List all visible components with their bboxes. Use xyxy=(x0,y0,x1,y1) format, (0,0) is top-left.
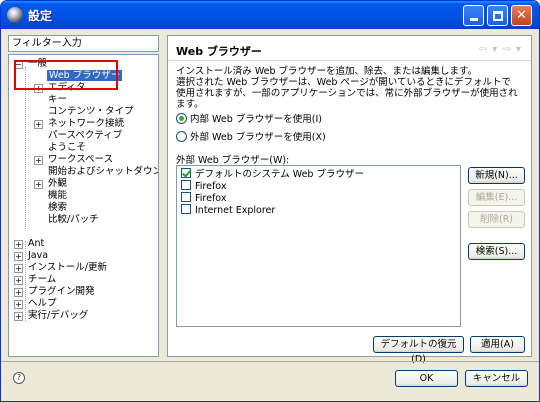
tree-item-content-types[interactable]: コンテンツ・タイプ xyxy=(48,106,134,118)
cancel-button[interactable]: キャンセル xyxy=(465,370,528,387)
edit-button[interactable]: 編集(E)... xyxy=(468,189,525,206)
tree-item-label: ヘルプ xyxy=(28,298,57,309)
browser-label: Internet Explorer xyxy=(195,205,276,216)
title-bar[interactable]: 設定 ✕ xyxy=(1,1,539,29)
tree-item-label: 比較/パッチ xyxy=(48,214,99,225)
description-line: 選択された Web ブラウザーは、Web ページが開いているときにデフォルトで xyxy=(176,77,512,88)
tree-connector xyxy=(25,241,26,321)
search-button[interactable]: 検索(S)... xyxy=(468,243,525,260)
footer-divider xyxy=(1,361,539,362)
tree-item-label: 外観 xyxy=(48,178,68,189)
expand-icon[interactable]: + xyxy=(34,156,43,165)
checkbox-unchecked-icon[interactable] xyxy=(181,180,191,190)
browser-item-internet-explorer[interactable]: Internet Explorer xyxy=(181,204,275,216)
radio-label: 内部 Web ブラウザーを使用(I) xyxy=(190,114,322,125)
expand-icon[interactable]: + xyxy=(14,240,23,249)
tree-item-label: インストール/更新 xyxy=(28,262,108,273)
expand-icon[interactable]: + xyxy=(14,276,23,285)
tree-item-label: 開始およびシャットダウン xyxy=(48,166,159,177)
tree-item-capabilities[interactable]: 機能 xyxy=(48,190,67,202)
tree-item-label: チーム xyxy=(28,274,57,285)
browser-item-firefox-2[interactable]: Firefox xyxy=(181,192,226,204)
browser-item-system-default[interactable]: デフォルトのシステム Web ブラウザー xyxy=(181,168,364,180)
tree-item-label: Java xyxy=(28,250,49,261)
description-line: 使用されますが、一部のアプリケーションでは、常に外部ブラウザーが使用されます。 xyxy=(176,88,518,110)
gear-icon xyxy=(7,7,23,23)
expand-icon[interactable]: + xyxy=(14,312,23,321)
tree-item-label: Ant xyxy=(28,238,45,249)
checkbox-checked-icon[interactable] xyxy=(181,168,191,178)
ok-button[interactable]: OK xyxy=(395,370,458,387)
checkbox-unchecked-icon[interactable] xyxy=(181,192,191,202)
tree-item-label: 機能 xyxy=(48,190,68,201)
new-button[interactable]: 新規(N)... xyxy=(468,167,525,184)
tree-item-compare-patch[interactable]: 比較/パッチ xyxy=(48,214,99,226)
expand-icon[interactable]: + xyxy=(14,300,23,309)
preferences-window: 設定 ✕ フィルター入力 − 一般 Web ブラウザー + エディタ キー コン… xyxy=(0,0,540,402)
radio-selected-icon[interactable] xyxy=(176,113,187,124)
tree-item-label: ワークスペース xyxy=(48,154,114,165)
tree-item-startup-shutdown[interactable]: 開始およびシャットダウン xyxy=(48,166,159,178)
tree-item-welcome[interactable]: ようこそ xyxy=(48,142,86,154)
description-line: インストール済み Web ブラウザーを追加、除去、または編集します。 xyxy=(176,66,478,77)
tree-item-label: キー xyxy=(48,94,68,105)
browser-item-firefox[interactable]: Firefox xyxy=(181,180,226,192)
tree-item-label: コンテンツ・タイプ xyxy=(48,106,134,117)
preference-tree[interactable]: − 一般 Web ブラウザー + エディタ キー コンテンツ・タイプ + ネット… xyxy=(8,54,159,357)
minimize-icon xyxy=(469,18,478,21)
close-icon: ✕ xyxy=(516,8,527,23)
tree-item-label: ネットワーク接続 xyxy=(48,118,125,129)
tree-connector xyxy=(25,67,26,229)
close-button[interactable]: ✕ xyxy=(511,5,532,26)
expand-icon[interactable]: + xyxy=(34,120,43,129)
title-divider xyxy=(168,60,531,61)
radio-external-browser[interactable]: 外部 Web ブラウザーを使用(X) xyxy=(176,131,326,145)
tree-item-perspectives[interactable]: パースペクティブ xyxy=(48,130,122,142)
filter-input[interactable]: フィルター入力 xyxy=(8,35,159,52)
apply-button[interactable]: 適用(A) xyxy=(470,336,525,353)
preference-page: Web ブラウザー ⇦ ▾ ⇨ ▾ インストール済み Web ブラウザーを追加、… xyxy=(167,35,532,365)
expand-icon[interactable]: + xyxy=(14,264,23,273)
expand-icon[interactable]: + xyxy=(14,288,23,297)
tree-item-label: 実行/デバッグ xyxy=(28,310,89,321)
help-icon[interactable]: ? xyxy=(13,372,25,384)
radio-internal-browser[interactable]: 内部 Web ブラウザーを使用(I) xyxy=(176,113,322,127)
page-description: インストール済み Web ブラウザーを追加、除去、または編集します。 選択された… xyxy=(176,66,521,110)
page-title: Web ブラウザー xyxy=(176,45,262,58)
browser-label: Firefox xyxy=(195,181,227,192)
checkbox-unchecked-icon[interactable] xyxy=(181,204,191,214)
browser-label: Firefox xyxy=(195,193,227,204)
maximize-button[interactable] xyxy=(487,5,508,26)
external-browsers-label: 外部 Web ブラウザー(W): xyxy=(176,155,290,166)
tree-item-label: パースペクティブ xyxy=(48,130,123,141)
restore-defaults-button[interactable]: デフォルトの復元(D) xyxy=(373,336,464,365)
expand-icon[interactable]: + xyxy=(14,252,23,261)
browser-list[interactable]: デフォルトのシステム Web ブラウザー Firefox Firefox Int… xyxy=(176,165,461,327)
tree-item-keys[interactable]: キー xyxy=(48,94,67,106)
annotation-highlight-box xyxy=(14,60,118,90)
radio-label: 外部 Web ブラウザーを使用(X) xyxy=(190,132,326,143)
tree-item-label: 検索 xyxy=(48,202,68,213)
radio-unselected-icon[interactable] xyxy=(176,131,187,142)
window-title: 設定 xyxy=(28,9,53,23)
browser-label: デフォルトのシステム Web ブラウザー xyxy=(195,169,364,180)
tree-item-search[interactable]: 検索 xyxy=(48,202,67,214)
expand-icon[interactable]: + xyxy=(34,180,43,189)
maximize-icon xyxy=(492,10,503,21)
navigation-arrows-icon[interactable]: ⇦ ▾ ⇨ ▾ xyxy=(479,44,522,55)
minimize-button[interactable] xyxy=(463,5,484,26)
delete-button[interactable]: 削除(R) xyxy=(468,211,525,228)
tree-item-label: ようこそ xyxy=(48,142,87,153)
tree-item-label: プラグイン開発 xyxy=(28,286,95,297)
